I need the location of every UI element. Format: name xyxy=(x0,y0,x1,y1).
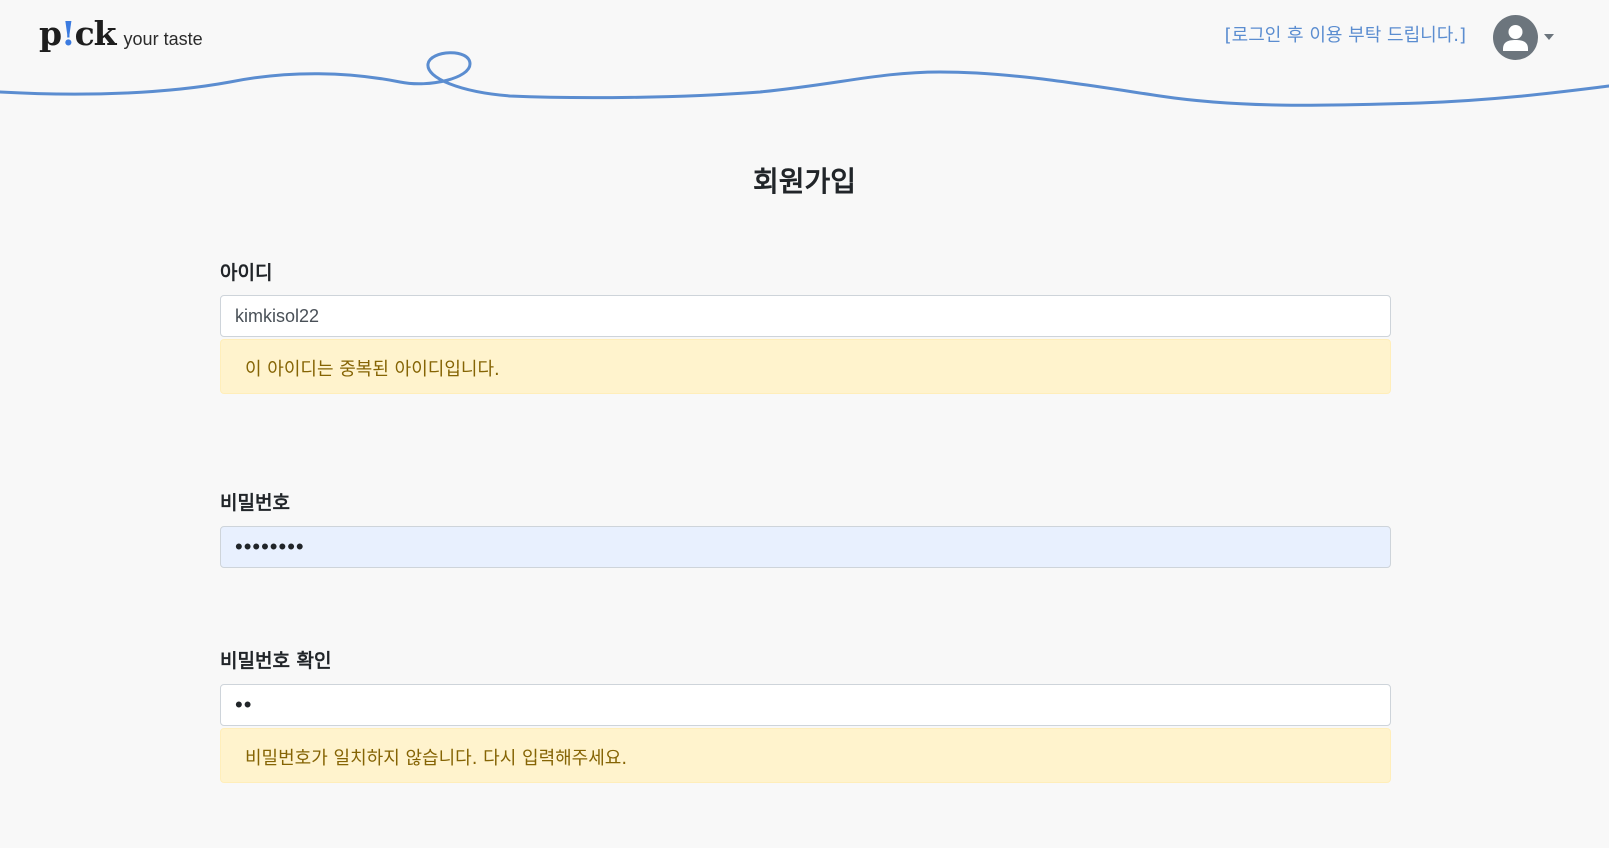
password-confirm-label: 비밀번호 확인 xyxy=(220,650,332,672)
password-input[interactable] xyxy=(220,526,1391,568)
header-wave-decoration xyxy=(0,51,1609,107)
caret-down-icon xyxy=(1544,34,1554,40)
id-label: 아이디 xyxy=(220,262,273,284)
site-logo[interactable]: p!ck your taste xyxy=(39,14,203,53)
user-circle-icon xyxy=(1493,14,1538,60)
user-menu-toggle[interactable] xyxy=(1493,14,1563,60)
password-mismatch-alert: 비밀번호가 일치하지 않습니다. 다시 입력해주세요. xyxy=(220,728,1391,783)
password-confirm-input[interactable] xyxy=(220,684,1391,726)
id-duplicate-alert: 이 아이디는 중복된 아이디입니다. xyxy=(220,339,1391,394)
page-title: 회원가입 xyxy=(752,165,857,198)
logo-letters-ck: ck xyxy=(74,14,117,53)
password-label: 비밀번호 xyxy=(220,492,290,514)
logo-mark: p!ck xyxy=(39,14,117,53)
site-header: p!ck your taste [로그인 후 이용 부탁 드립니다.] xyxy=(0,0,1609,120)
id-input[interactable] xyxy=(220,295,1391,337)
logo-exclamation: ! xyxy=(61,14,75,53)
logo-letter-p: p xyxy=(39,14,62,53)
logo-tagline: your taste xyxy=(123,29,203,49)
login-notice-link[interactable]: [로그인 후 이용 부탁 드립니다.] xyxy=(1225,21,1466,47)
